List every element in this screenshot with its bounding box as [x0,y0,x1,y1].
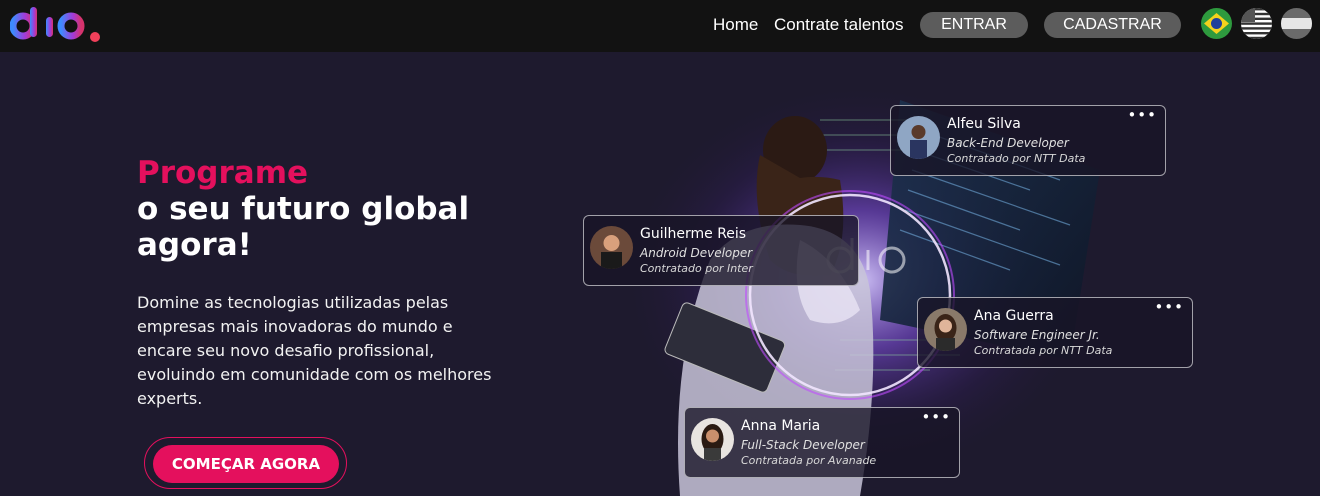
developer-card[interactable]: Alfeu Silva Back-End Developer Contratad… [890,105,1166,176]
developer-card[interactable]: Anna Maria Full-Stack Developer Contrata… [684,407,960,478]
flag-generic-icon[interactable] [1281,8,1312,39]
card-name: Anna Maria [741,418,821,434]
card-hired-by: Contratada por Avanade [741,454,877,467]
card-hired-by: Contratado por Inter [640,262,753,275]
card-name: Guilherme Reis [640,226,747,242]
more-options-icon[interactable]: ••• [921,408,951,426]
card-name: Ana Guerra [974,308,1054,324]
card-role: Android Developer [640,246,753,260]
start-now-button[interactable]: COMEÇAR AGORA [153,445,339,483]
hero-heading: Programe o seu futuro global agora! [137,155,469,263]
card-name: Alfeu Silva [947,116,1021,132]
hero-title-line2: o seu futuro global [137,191,470,227]
login-button[interactable]: ENTRAR [920,12,1028,38]
avatar [924,308,967,351]
card-hired-by: Contratada por NTT Data [974,344,1113,357]
nav-home-link[interactable]: Home [713,15,758,35]
hero-title-line3: agora! [137,227,252,263]
card-hired-by: Contratado por NTT Data [947,152,1086,165]
card-role: Back-End Developer [947,136,1069,150]
top-navbar: Home Contrate talentos ENTRAR CADASTRAR [0,0,1320,52]
developer-card[interactable]: Ana Guerra Software Engineer Jr. Contrat… [917,297,1193,368]
hero-title-line1: Programe [137,155,309,191]
more-options-icon[interactable]: ••• [1154,298,1184,316]
flag-brazil-icon[interactable] [1201,8,1232,39]
more-options-icon[interactable]: ••• [1127,106,1157,124]
nav-hire-talents-link[interactable]: Contrate talentos [774,15,903,35]
card-role: Software Engineer Jr. [974,328,1100,342]
avatar [897,116,940,159]
avatar [691,418,734,461]
flag-usa-icon[interactable] [1241,8,1272,39]
avatar [590,226,633,269]
dio-logo[interactable] [10,4,106,48]
signup-button[interactable]: CADASTRAR [1044,12,1181,38]
developer-card[interactable]: Guilherme Reis Android Developer Contrat… [583,215,859,286]
hero-description: Domine as tecnologias utilizadas pelas e… [137,293,492,408]
card-role: Full-Stack Developer [741,438,865,452]
